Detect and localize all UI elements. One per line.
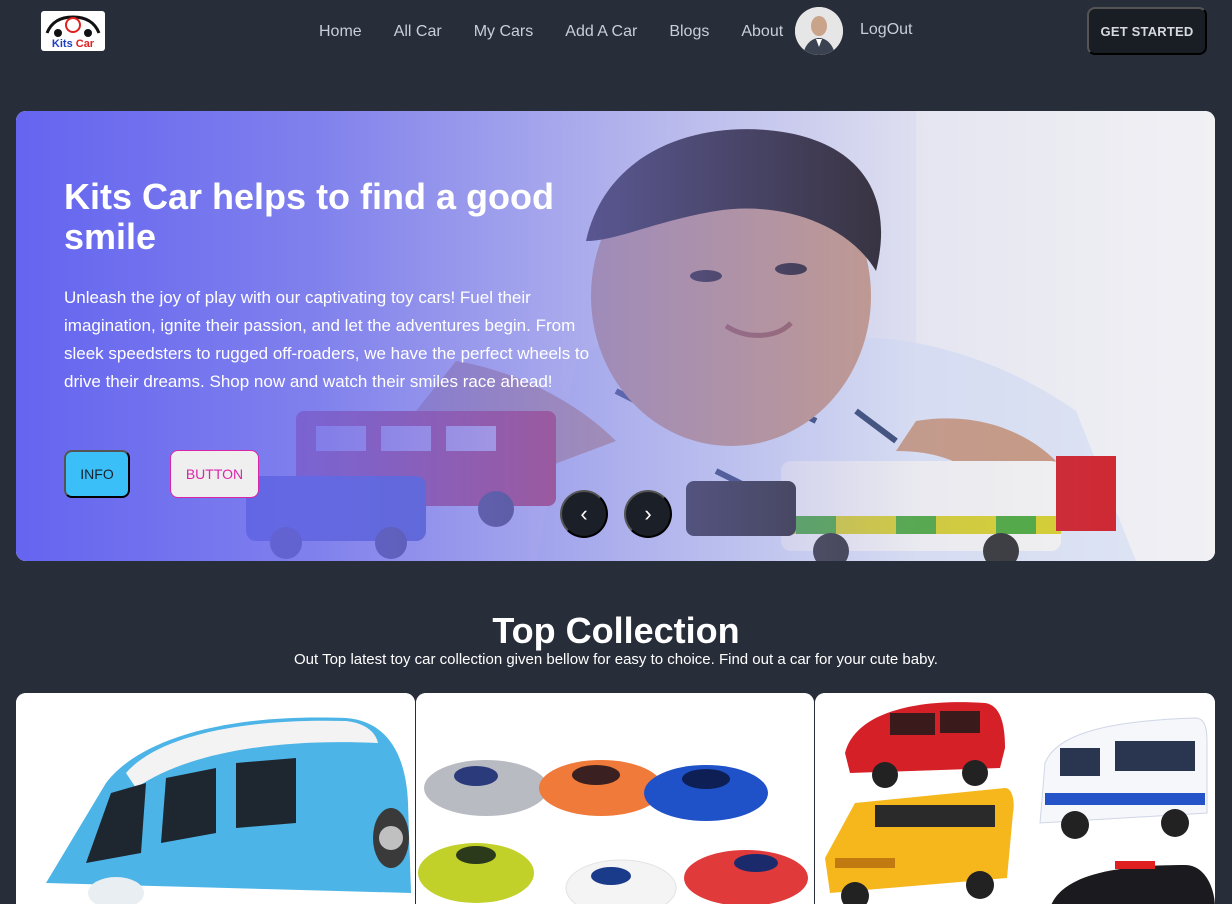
car-logo-icon [45, 15, 101, 37]
product-card-vehicle-assortment[interactable] [815, 693, 1215, 904]
nav-link-blogs[interactable]: Blogs [669, 23, 709, 41]
nav-link-my-cars[interactable]: My Cars [474, 23, 534, 41]
nav-link-home[interactable]: Home [319, 23, 362, 41]
section-title: Top Collection [492, 610, 740, 651]
blue-limousine-toy-image [16, 693, 415, 904]
brand-logo[interactable]: Kits Car [41, 11, 105, 51]
hero-title: Kits Car helps to find a good smile [64, 176, 555, 257]
user-avatar[interactable] [795, 7, 843, 55]
navbar: Kits Car Home All Car My Cars Add A Car … [0, 0, 1232, 62]
product-card-blue-limousine[interactable] [16, 693, 415, 904]
carousel-next-button[interactable]: › [624, 490, 672, 538]
nav-link-add-a-car[interactable]: Add A Car [565, 23, 637, 41]
logo-text: Kits Car [41, 38, 105, 50]
carousel-prev-button[interactable]: ‹ [560, 490, 608, 538]
info-button[interactable]: INFO [64, 450, 130, 498]
hero-banner: Kits Car helps to find a good smile Unle… [16, 111, 1215, 561]
hero-description: Unleash the joy of play with our captiva… [64, 288, 590, 391]
nav-link-all-car[interactable]: All Car [394, 23, 442, 41]
logo-word-car: Car [75, 38, 95, 50]
secondary-button[interactable]: BUTTON [170, 450, 259, 498]
logout-link[interactable]: LogOut [860, 21, 912, 39]
vehicle-assortment-image [815, 693, 1215, 904]
product-card-sports-car-set[interactable] [416, 693, 814, 904]
nav-link-about[interactable]: About [741, 23, 783, 41]
sports-car-set-image [416, 693, 814, 904]
section-subtitle: Out Top latest toy car collection given … [294, 651, 938, 668]
main-nav: Home All Car My Cars Add A Car Blogs Abo… [319, 20, 815, 44]
get-started-button[interactable]: GET STARTED [1087, 7, 1207, 55]
logo-word-kits: Kits [51, 38, 73, 50]
user-photo-icon [795, 7, 843, 55]
